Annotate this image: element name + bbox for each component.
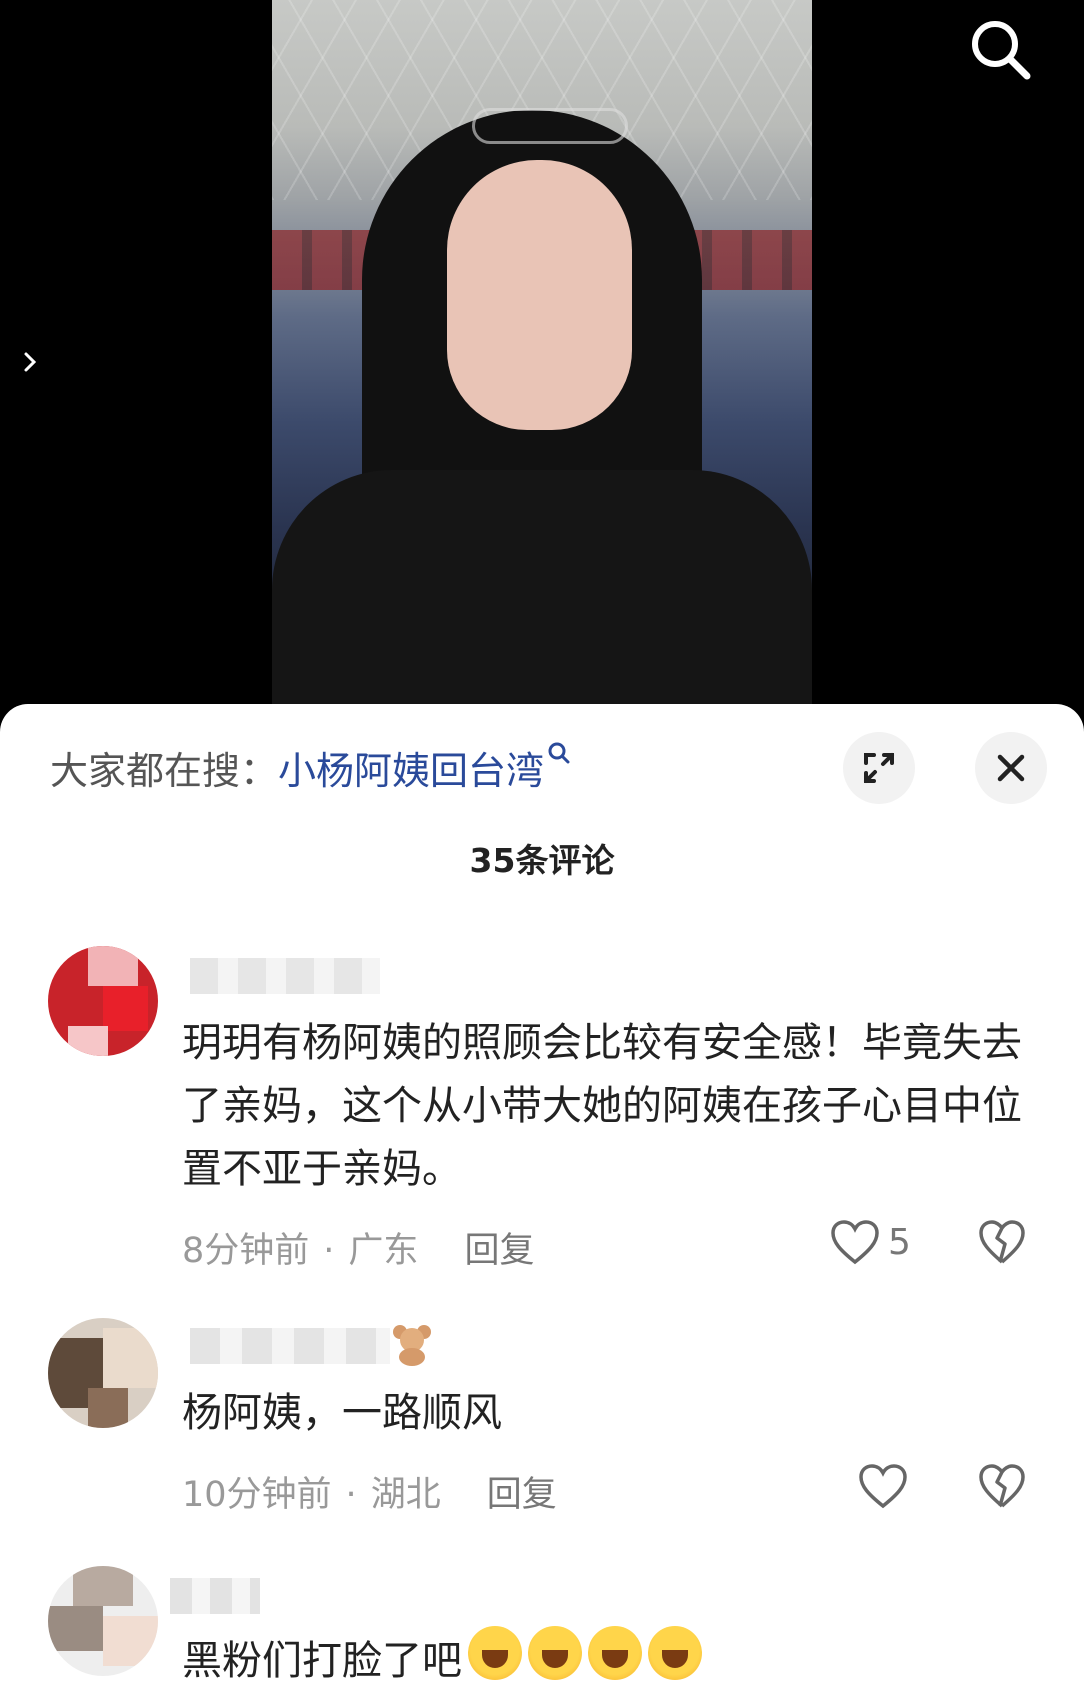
comment-text: 玥玥有杨阿姨的照顾会比较有安全感！毕竟失去了亲妈，这个从小带大她的阿姨在孩子心目… bbox=[182, 1020, 1022, 1192]
comment-location: 湖北 bbox=[370, 1475, 441, 1515]
avatar-blur-block bbox=[48, 1606, 103, 1651]
like-heart-icon[interactable] bbox=[858, 1464, 908, 1510]
avatar[interactable] bbox=[48, 946, 158, 1056]
dislike-broken-heart-icon[interactable] bbox=[978, 1220, 1026, 1266]
meta-separator: · bbox=[323, 1231, 335, 1271]
avatar[interactable] bbox=[48, 1566, 158, 1676]
reply-button[interactable]: 回复 bbox=[464, 1231, 534, 1271]
post-photo[interactable] bbox=[272, 0, 812, 705]
avatar-blur-block bbox=[103, 986, 148, 1031]
hot-search-prefix: 大家都在搜： bbox=[50, 749, 279, 793]
username-blurred[interactable] bbox=[190, 1328, 390, 1364]
avatar-blur-block bbox=[68, 1026, 108, 1056]
avatar-blur-block bbox=[88, 946, 138, 986]
close-icon bbox=[997, 754, 1025, 782]
comment-time: 10分钟前 bbox=[182, 1475, 332, 1515]
meta-separator: · bbox=[345, 1475, 357, 1515]
avatar-blur-block bbox=[103, 1616, 158, 1666]
comment-location: 广东 bbox=[348, 1231, 419, 1271]
comment-text: 黑粉们打脸了吧 bbox=[182, 1638, 462, 1684]
magnifier-small-icon bbox=[548, 742, 570, 764]
username-blurred[interactable] bbox=[190, 958, 380, 994]
avatar-blur-block bbox=[88, 1388, 128, 1428]
hot-search-query[interactable]: 小杨阿姨回台湾 bbox=[278, 749, 544, 793]
username-blurred[interactable] bbox=[170, 1578, 260, 1614]
media-viewer[interactable] bbox=[0, 0, 1084, 720]
laughing-crying-emoji-icon bbox=[648, 1626, 702, 1680]
comment-meta: 8分钟前 · 广东 回复 bbox=[182, 1222, 534, 1273]
avatar-blur-block bbox=[103, 1328, 158, 1388]
teddy-bear-icon bbox=[393, 1325, 431, 1366]
photo-glasses bbox=[472, 108, 628, 144]
close-button[interactable] bbox=[975, 732, 1047, 804]
comment-count: 35条评论 bbox=[469, 841, 615, 880]
laughing-crying-emoji-icon bbox=[468, 1626, 522, 1680]
comment-text-row: 黑粉们打脸了吧 bbox=[182, 1626, 1042, 1693]
search-icon[interactable] bbox=[965, 14, 1035, 84]
photo-jacket bbox=[272, 470, 812, 705]
laughing-crying-emoji-icon bbox=[588, 1626, 642, 1680]
avatar-blur-block bbox=[73, 1566, 133, 1606]
hot-search-bar[interactable]: 大家都在搜：小杨阿姨回台湾 bbox=[50, 740, 572, 795]
comment-text: 杨阿姨，一路顺风 bbox=[182, 1390, 502, 1436]
expand-button[interactable] bbox=[843, 732, 915, 804]
comment-meta: 10分钟前 · 湖北 回复 bbox=[182, 1466, 557, 1517]
photo-face bbox=[447, 160, 632, 430]
comment-time: 8分钟前 bbox=[182, 1231, 310, 1271]
expand-icon bbox=[864, 753, 894, 783]
dislike-broken-heart-icon[interactable] bbox=[978, 1464, 1026, 1510]
chevron-right-icon[interactable] bbox=[18, 350, 42, 374]
laughing-crying-emoji-icon bbox=[528, 1626, 582, 1680]
avatar[interactable] bbox=[48, 1318, 158, 1428]
like-count: 5 bbox=[888, 1222, 911, 1263]
reply-button[interactable]: 回复 bbox=[487, 1475, 557, 1515]
like-heart-icon[interactable] bbox=[830, 1220, 880, 1266]
